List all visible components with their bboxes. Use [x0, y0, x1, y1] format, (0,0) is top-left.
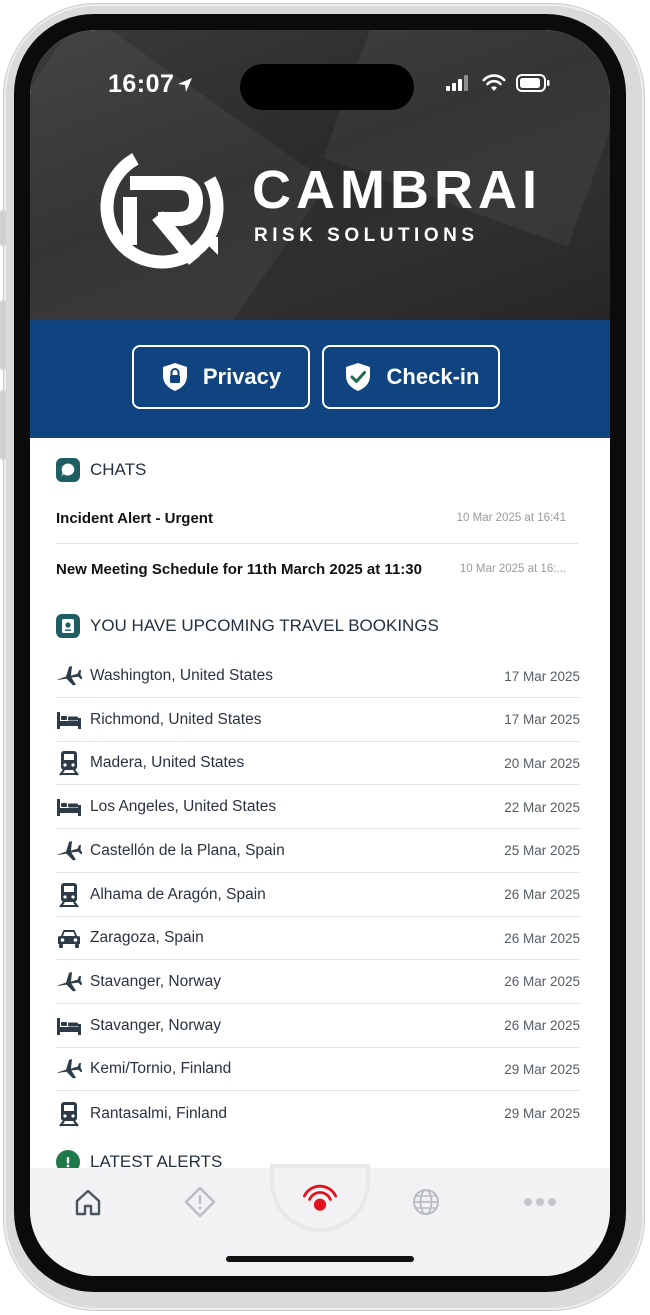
booking-row[interactable]: Madera, United States 20 Mar 2025 [56, 742, 580, 786]
app-screen: 16:07 CAMBRAI RISK SOLUTIONS Privacy Che… [30, 30, 610, 1276]
chat-title: New Meeting Schedule for 11th March 2025… [56, 560, 422, 578]
booking-row[interactable]: Los Angeles, United States 22 Mar 2025 [56, 786, 580, 830]
booking-row[interactable]: Alhama de Aragón, Spain 26 Mar 2025 [56, 874, 580, 917]
globe-icon [413, 1189, 439, 1215]
checkin-button[interactable]: Check-in [322, 345, 500, 409]
booking-destination: Washington, United States [90, 667, 273, 684]
more-icon [524, 1198, 556, 1206]
privacy-button[interactable]: Privacy [132, 345, 310, 409]
bed-icon [56, 1013, 82, 1039]
bed-icon [56, 794, 82, 820]
cambrai-logo-mark-icon [100, 145, 224, 269]
brand-name: CAMBRAI [252, 160, 542, 220]
home-content: CHATS Incident Alert - Urgent 10 Mar 202… [30, 438, 610, 1174]
train-icon [56, 1101, 82, 1127]
chats-section-header: CHATS [56, 458, 146, 482]
booking-row[interactable]: Washington, United States 17 Mar 2025 [56, 655, 580, 698]
location-arrow-icon [178, 78, 192, 92]
train-icon [56, 882, 82, 908]
brand-subtitle: RISK SOLUTIONS [254, 225, 479, 246]
booking-destination: Richmond, United States [90, 710, 262, 728]
bookings-section-header: YOU HAVE UPCOMING TRAVEL BOOKINGS [56, 614, 439, 638]
booking-row[interactable]: Kemi/Tornio, Finland 29 Mar 2025 [56, 1048, 580, 1092]
booking-destination: Kemi/Tornio, Finland [90, 1060, 232, 1078]
tab-globe[interactable] [406, 1182, 446, 1222]
booking-destination: Alhama de Aragón, Spain [90, 885, 266, 903]
booking-row[interactable]: Rantasalmi, Finland 29 Mar 2025 [56, 1092, 580, 1135]
booking-date: 17 Mar 2025 [504, 712, 580, 728]
booking-destination: Castellón de la Plana, Spain [90, 841, 285, 859]
booking-date: 29 Mar 2025 [504, 1061, 580, 1077]
booking-date: 20 Mar 2025 [504, 755, 580, 771]
checkin-button-label: Check-in [386, 364, 480, 389]
booking-date: 26 Mar 2025 [504, 974, 580, 990]
booking-date: 29 Mar 2025 [504, 1106, 580, 1121]
booking-date: 26 Mar 2025 [504, 887, 580, 902]
booking-row[interactable]: Stavanger, Norway 26 Mar 2025 [56, 1005, 580, 1048]
plane-icon [56, 1056, 82, 1082]
wifi-icon [482, 74, 506, 91]
quick-actions-bar: Privacy Check-in [30, 320, 610, 438]
booking-date: 26 Mar 2025 [504, 1018, 580, 1034]
booking-destination: Stavanger, Norway [90, 1016, 221, 1034]
booking-date: 22 Mar 2025 [504, 799, 580, 815]
home-icon [75, 1189, 101, 1216]
tab-more[interactable] [520, 1182, 560, 1222]
chat-item[interactable]: New Meeting Schedule for 11th March 2025… [56, 544, 578, 594]
booking-destination: Madera, United States [90, 754, 245, 772]
booking-date: 26 Mar 2025 [504, 930, 580, 946]
bed-icon [56, 707, 82, 733]
booking-destination: Stavanger, Norway [90, 972, 221, 990]
status-icons [446, 74, 550, 92]
bookings-heading: YOU HAVE UPCOMING TRAVEL BOOKINGS [90, 616, 439, 635]
booking-destination: Zaragoza, Spain [90, 929, 204, 947]
train-icon [56, 750, 82, 777]
cambrai-logo: CAMBRAI RISK SOLUTIONS [100, 145, 540, 275]
tab-alerts[interactable] [180, 1182, 220, 1222]
shield-lock-icon [162, 363, 187, 391]
booking-row[interactable]: Richmond, United States 17 Mar 2025 [56, 699, 580, 742]
chat-bubble-icon [56, 458, 80, 482]
chat-title: Incident Alert - Urgent [56, 509, 213, 527]
booking-date: 17 Mar 2025 [504, 668, 580, 684]
plane-icon [56, 969, 82, 995]
side-button-volume-up [0, 300, 6, 370]
signal-icon [446, 75, 468, 91]
home-indicator [226, 1256, 414, 1262]
booking-destination: Rantasalmi, Finland [90, 1104, 227, 1122]
battery-icon [516, 74, 550, 92]
privacy-button-label: Privacy [202, 364, 282, 389]
booking-destination: Los Angeles, United States [90, 798, 277, 816]
chat-item[interactable]: Incident Alert - Urgent 10 Mar 2025 at 1… [56, 493, 578, 543]
status-time: 16:07 [108, 70, 175, 98]
chats-heading: CHATS [90, 460, 147, 479]
passport-icon [56, 614, 80, 638]
alert-diamond-icon [184, 1186, 216, 1218]
side-button-volume-down [0, 390, 6, 460]
booking-row[interactable]: Zaragoza, Spain 26 Mar 2025 [56, 917, 580, 961]
tab-home[interactable] [68, 1182, 108, 1222]
car-icon [56, 925, 82, 951]
dynamic-island [240, 64, 414, 110]
chat-time: 10 Mar 2025 at 16:41 [456, 512, 566, 524]
shield-check-icon [345, 363, 370, 391]
status-bar: 16:07 [30, 30, 610, 120]
side-button-silent [0, 210, 6, 246]
plane-icon [56, 838, 82, 864]
chat-time: 10 Mar 2025 at 16:... [459, 563, 566, 575]
plane-icon [56, 663, 82, 689]
booking-row[interactable]: Castellón de la Plana, Spain 25 Mar 2025 [56, 830, 580, 873]
booking-date: 25 Mar 2025 [504, 843, 580, 859]
tab-sos[interactable] [300, 1176, 340, 1216]
sos-broadcast-icon [302, 1184, 338, 1211]
booking-row[interactable]: Stavanger, Norway 26 Mar 2025 [56, 961, 580, 1004]
brand-header: 16:07 CAMBRAI RISK SOLUTIONS [30, 30, 610, 320]
